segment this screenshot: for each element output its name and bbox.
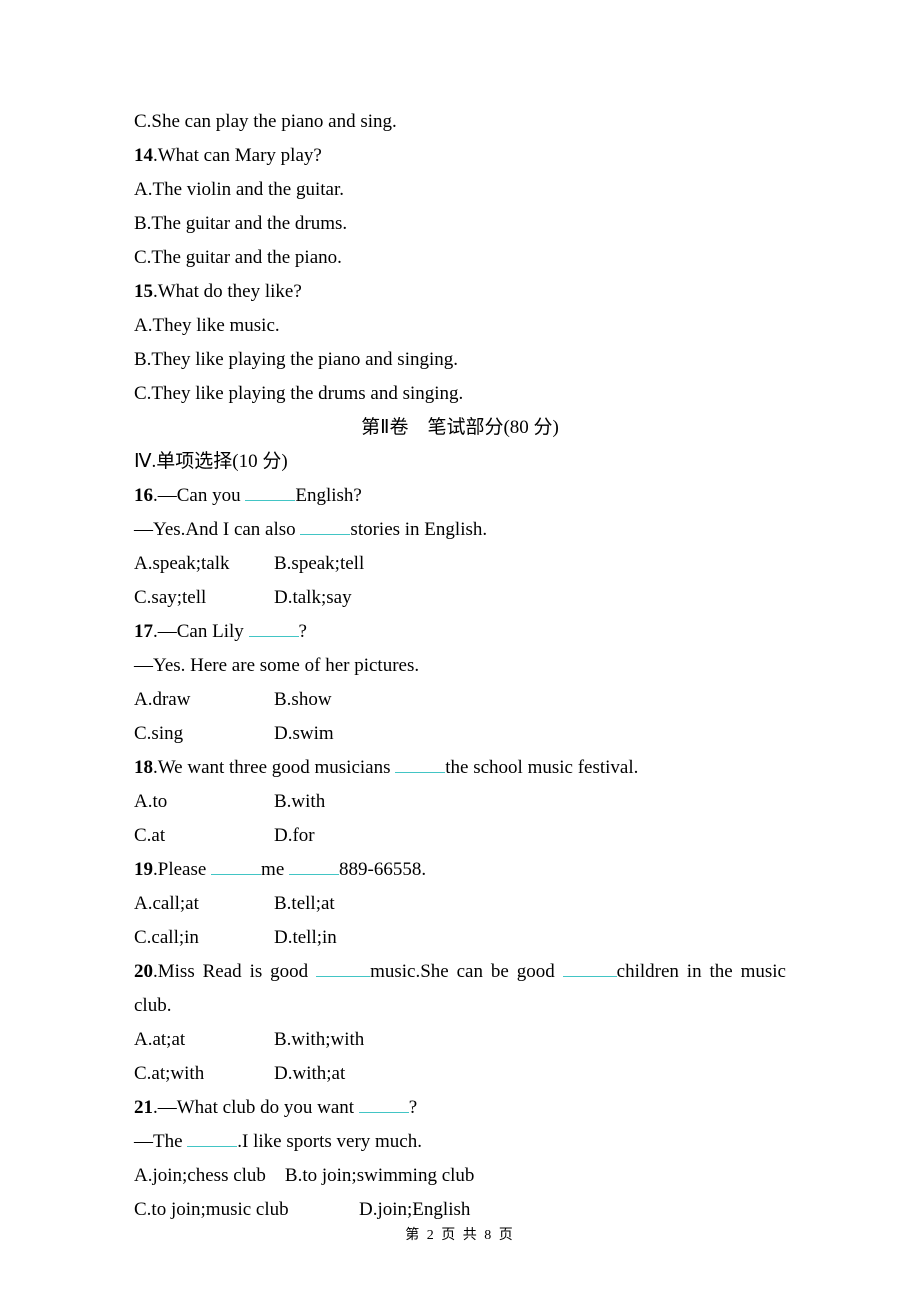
q17-option-b: B.show (274, 689, 332, 710)
q16-reply-pre: —Yes.And I can also (134, 519, 300, 540)
q17-option-d: D.swim (274, 723, 334, 744)
q19-stem: 19.Please me 889-66558. (134, 853, 786, 887)
q18-option-c: C.at (134, 819, 274, 853)
blank-input (563, 958, 617, 977)
q20-option-d: D.with;at (274, 1063, 345, 1084)
q16-option-a: A.speak;talk (134, 547, 274, 581)
q16-reply: —Yes.And I can also stories in English. (134, 513, 786, 547)
blank-input (300, 516, 350, 535)
q16-options-cd: C.say;tellD.talk;say (134, 581, 786, 615)
q19-pre: .Please (153, 859, 211, 880)
q16-reply-post: stories in English. (350, 519, 487, 540)
q18-post: the school music festival. (445, 757, 638, 778)
q17-pre: .—Can Lily (153, 621, 249, 642)
q21-reply-post: .I like sports very much. (237, 1131, 422, 1152)
blank-input (289, 856, 339, 875)
q18-options-cd: C.atD.for (134, 819, 786, 853)
q19-mid: me (261, 859, 289, 880)
q21-reply-pre: —The (134, 1131, 187, 1152)
blank-input (245, 482, 295, 501)
q14-text: .What can Mary play? (153, 145, 322, 166)
q19-num: 19 (134, 859, 153, 880)
q16-option-b: B.speak;tell (274, 553, 364, 574)
q17-num: 17 (134, 621, 153, 642)
q18-num: 18 (134, 757, 153, 778)
q20-option-b: B.with;with (274, 1029, 364, 1050)
q21-option-d: D.join;English (359, 1199, 470, 1220)
q19-post: 889-66558. (339, 859, 426, 880)
q14-num: 14 (134, 145, 153, 166)
q19-option-b: B.tell;at (274, 893, 335, 914)
q18-option-a: A.to (134, 785, 274, 819)
q21-options-ab: A.join;chess club B.to join;swimming clu… (134, 1159, 786, 1193)
q17-options-cd: C.singD.swim (134, 717, 786, 751)
q20-cont: club. (134, 989, 786, 1023)
q14-option-c: C.The guitar and the piano. (134, 241, 786, 275)
q17-option-a: A.draw (134, 683, 274, 717)
q15-text: .What do they like? (153, 281, 302, 302)
blank-input (211, 856, 261, 875)
q16-stem: 16.—Can you English? (134, 479, 786, 513)
q17-option-c: C.sing (134, 717, 274, 751)
q19-option-d: D.tell;in (274, 927, 337, 948)
q21-stem: 21.—What club do you want ? (134, 1091, 786, 1125)
q20-option-c: C.at;with (134, 1057, 274, 1091)
q15-stem: 15.What do they like? (134, 275, 786, 309)
blank-input (359, 1094, 409, 1113)
q14-option-b: B.The guitar and the drums. (134, 207, 786, 241)
page: C.She can play the piano and sing. 14.Wh… (0, 0, 920, 1302)
q20-num: 20 (134, 961, 153, 982)
blank-input (395, 754, 445, 773)
q21-options-cd: C.to join;music clubD.join;English (134, 1193, 786, 1227)
part2-heading: 第Ⅱ卷 笔试部分(80 分) (134, 411, 786, 445)
q18-options-ab: A.toB.with (134, 785, 786, 819)
q19-option-c: C.call;in (134, 921, 274, 955)
q14-stem: 14.What can Mary play? (134, 139, 786, 173)
q18-pre: .We want three good musicians (153, 757, 395, 778)
q18-option-b: B.with (274, 791, 325, 812)
q20-post: children in the music (617, 961, 786, 982)
q13-option-c: C.She can play the piano and sing. (134, 105, 786, 139)
q19-options-ab: A.call;atB.tell;at (134, 887, 786, 921)
q17-options-ab: A.drawB.show (134, 683, 786, 717)
q14-option-a: A.The violin and the guitar. (134, 173, 786, 207)
q20-stem: 20.Miss Read is good music.She can be go… (134, 955, 786, 989)
q20-mid: music.She can be good (370, 961, 563, 982)
q16-post: English? (295, 485, 362, 506)
q21-post: ? (409, 1097, 417, 1118)
q21-num: 21 (134, 1097, 153, 1118)
q15-num: 15 (134, 281, 153, 302)
q18-stem: 18.We want three good musicians the scho… (134, 751, 786, 785)
blank-input (249, 618, 299, 637)
q17-reply: —Yes. Here are some of her pictures. (134, 649, 786, 683)
q16-option-d: D.talk;say (274, 587, 352, 608)
q20-options-cd: C.at;withD.with;at (134, 1057, 786, 1091)
q19-options-cd: C.call;inD.tell;in (134, 921, 786, 955)
q15-option-a: A.They like music. (134, 309, 786, 343)
blank-input (187, 1128, 237, 1147)
q15-option-c: C.They like playing the drums and singin… (134, 377, 786, 411)
q17-post: ? (299, 621, 307, 642)
q16-options-ab: A.speak;talkB.speak;tell (134, 547, 786, 581)
q18-option-d: D.for (274, 825, 315, 846)
q21-option-c: C.to join;music club (134, 1193, 359, 1227)
q15-option-b: B.They like playing the piano and singin… (134, 343, 786, 377)
q17-stem: 17.—Can Lily ? (134, 615, 786, 649)
q19-option-a: A.call;at (134, 887, 274, 921)
q20-options-ab: A.at;atB.with;with (134, 1023, 786, 1057)
blank-input (316, 958, 370, 977)
q16-option-c: C.say;tell (134, 581, 274, 615)
section4-heading: Ⅳ.单项选择(10 分) (134, 445, 786, 479)
q16-pre: .—Can you (153, 485, 245, 506)
q16-num: 16 (134, 485, 153, 506)
q21-pre: .—What club do you want (153, 1097, 359, 1118)
q21-reply: —The .I like sports very much. (134, 1125, 786, 1159)
page-footer: 第 2 页 共 8 页 (0, 1224, 920, 1244)
q20-option-a: A.at;at (134, 1023, 274, 1057)
q20-pre: .Miss Read is good (153, 961, 316, 982)
